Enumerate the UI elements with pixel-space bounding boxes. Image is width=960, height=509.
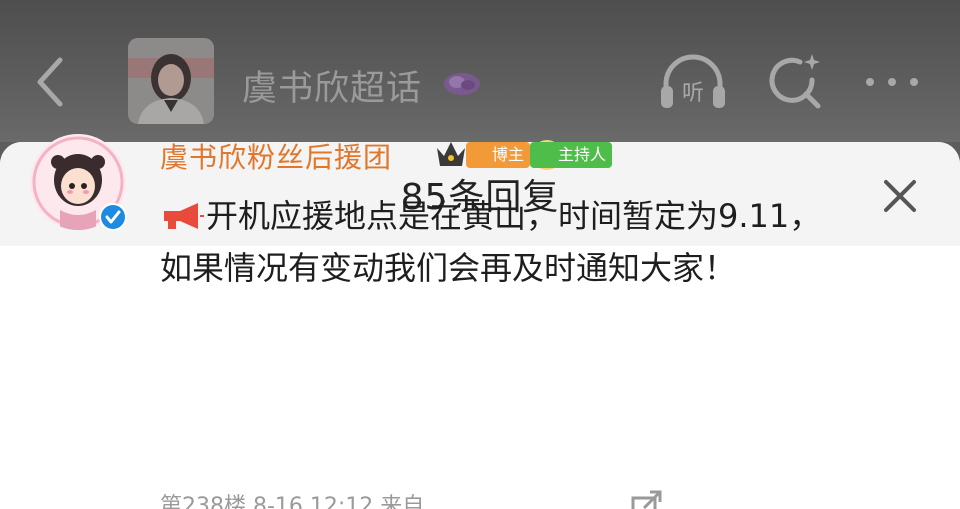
svg-text:听: 听 xyxy=(682,81,704,106)
verified-icon xyxy=(98,202,128,232)
comment-author-name[interactable]: 虞书欣粉丝后援团 xyxy=(160,136,392,176)
megaphone-icon xyxy=(164,203,204,229)
back-button[interactable] xyxy=(30,52,74,112)
more-icon xyxy=(866,78,918,86)
listen-button[interactable]: 听 xyxy=(656,48,730,114)
topic-avatar[interactable] xyxy=(128,38,214,124)
search-button[interactable] xyxy=(766,50,826,112)
topic-title[interactable]: 虞书欣超话 xyxy=(242,60,422,111)
comment-meta: 第238楼 8-16 12:12 来自 xyxy=(160,494,425,509)
comment-line-2: 如果情况有变动我们会再及时通知大家！ xyxy=(160,249,737,287)
blogger-badge: 博主 xyxy=(466,142,531,168)
gem-badge-icon xyxy=(444,73,480,95)
more-button[interactable] xyxy=(862,72,922,92)
share-icon xyxy=(631,490,662,509)
search-icon xyxy=(769,54,821,109)
topic-level-badge xyxy=(440,64,484,100)
comment-line-1: 开机应援地点是在黄山，时间暂定为9.11， xyxy=(160,190,940,242)
share-button[interactable] xyxy=(630,490,664,509)
crown-icon xyxy=(434,138,468,170)
top-bar: 虞书欣超话 听 xyxy=(0,0,960,142)
host-badge: 主持人 xyxy=(530,142,613,168)
listen-icon: 听 xyxy=(661,54,725,108)
back-arrow-icon xyxy=(37,57,63,107)
comment-line-1-text: 开机应援地点是在黄山，时间暂定为9.11， xyxy=(206,197,822,235)
comment-text[interactable]: 开机应援地点是在黄山，时间暂定为9.11， 如果情况有变动我们会再及时通知大家！ xyxy=(160,190,940,294)
